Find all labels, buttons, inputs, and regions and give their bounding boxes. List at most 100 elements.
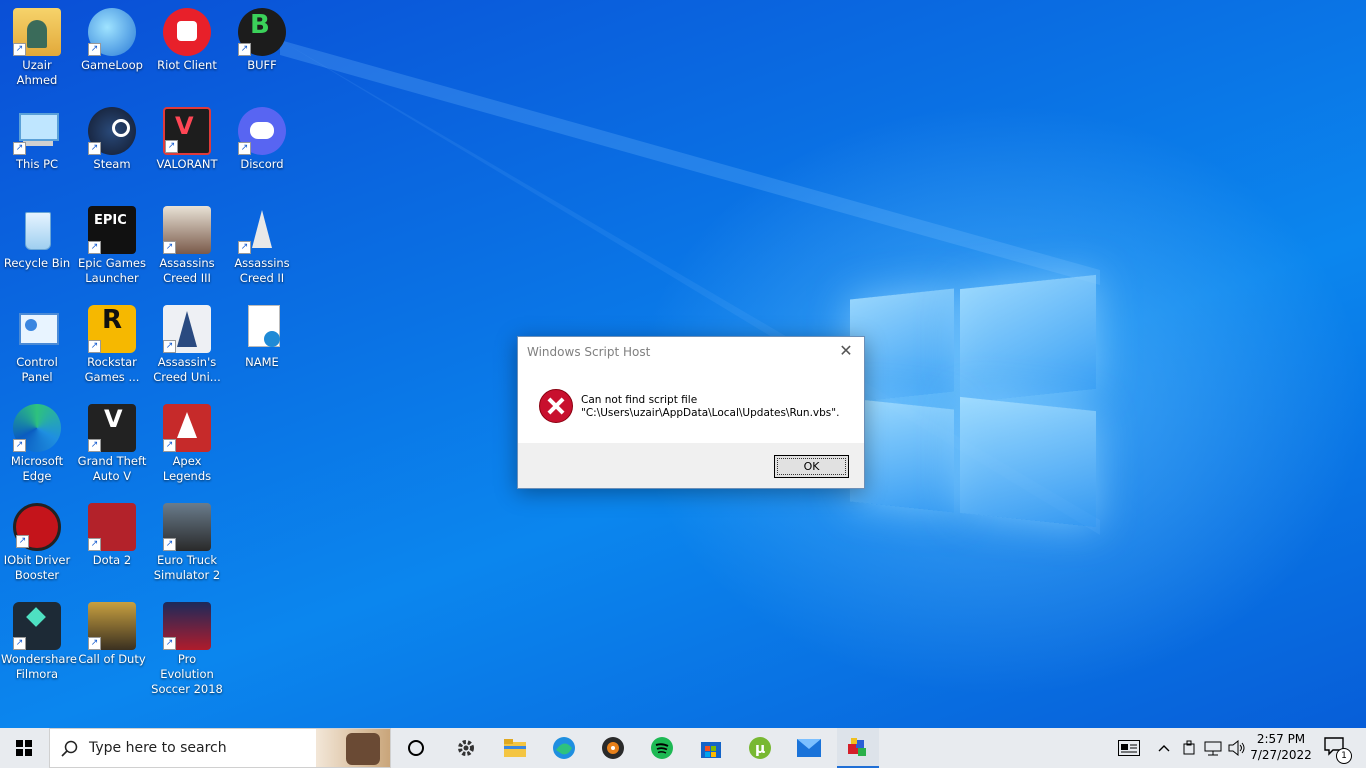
discord-icon: ↗ bbox=[238, 107, 286, 155]
desktop-icon-recycle-bin[interactable]: Recycle Bin bbox=[0, 206, 74, 271]
desktop-icon-iobit-driver-booster[interactable]: ↗ IObit Driver Booster bbox=[0, 503, 74, 583]
desktop-icon-rockstar[interactable]: R ↗ Rockstar Games ... bbox=[75, 305, 149, 385]
desktop-icon-call-of-duty[interactable]: ↗ Call of Duty bbox=[75, 602, 149, 667]
utorrent-icon: µ bbox=[749, 737, 771, 759]
search-icon bbox=[61, 740, 78, 757]
desktop-icon-name-file[interactable]: NAME bbox=[225, 305, 299, 370]
pes-2018-icon: ↗ bbox=[163, 602, 211, 650]
dialog-title: Windows Script Host bbox=[527, 345, 651, 359]
desktop-icon-label: NAME bbox=[245, 355, 279, 369]
network-icon bbox=[1204, 741, 1222, 756]
folder-icon bbox=[504, 739, 526, 757]
desktop-icon-apex-legends[interactable]: ↗ Apex Legends bbox=[150, 404, 224, 484]
cortana-circle-icon bbox=[408, 740, 424, 756]
assassins-creed-logo-icon: ↗ bbox=[238, 206, 286, 254]
taskbar-utorrent[interactable]: µ bbox=[739, 728, 781, 768]
spotify-icon bbox=[651, 737, 673, 759]
cortana-button[interactable] bbox=[395, 728, 437, 768]
desktop-icon-euro-truck-simulator-2[interactable]: ↗ Euro Truck Simulator 2 bbox=[150, 503, 224, 583]
svg-text:µ: µ bbox=[755, 741, 765, 757]
desktop-icon-riot-client[interactable]: Riot Client bbox=[150, 8, 224, 73]
desktop-icon-label: Microsoft Edge bbox=[10, 454, 64, 483]
desktop-icon-assassins-creed-2[interactable]: ↗ Assassins Creed II bbox=[225, 206, 299, 286]
taskbar-settings[interactable] bbox=[445, 728, 487, 768]
desktop-icon-label: Assassins Creed II bbox=[234, 256, 290, 285]
desktop-icon-gameloop[interactable]: ↗ GameLoop bbox=[75, 8, 149, 73]
taskbar-microsoft-store[interactable] bbox=[690, 728, 732, 768]
close-icon[interactable]: ✕ bbox=[836, 341, 856, 360]
tray-overflow-button[interactable] bbox=[1154, 728, 1174, 768]
assassins-creed-3-icon: ↗ bbox=[163, 206, 211, 254]
assassins-creed-unity-icon: ↗ bbox=[163, 305, 211, 353]
desktop-icon-label: GameLoop bbox=[81, 58, 143, 72]
driver-booster-icon: ↗ bbox=[13, 503, 61, 551]
taskbar-search-box[interactable]: Type here to search bbox=[49, 728, 391, 768]
desktop-icon-valorant[interactable]: V ↗ VALORANT bbox=[150, 107, 224, 172]
desktop-icon-label: Assassins Creed III bbox=[159, 256, 215, 285]
control-panel-icon bbox=[13, 305, 61, 353]
clock-time: 2:57 PM bbox=[1256, 732, 1306, 746]
desktop-icon-control-panel[interactable]: Control Panel bbox=[0, 305, 74, 385]
desktop-icon-assassins-creed-3[interactable]: ↗ Assassins Creed III bbox=[150, 206, 224, 286]
desktop-icon-label: Control Panel bbox=[16, 355, 58, 384]
chevron-up-icon bbox=[1158, 745, 1170, 752]
call-of-duty-icon: ↗ bbox=[88, 602, 136, 650]
desktop-icon-label: IObit Driver Booster bbox=[3, 553, 71, 582]
taskbar: Type here to search µ 2:57 PM 7/27/2022 … bbox=[0, 728, 1366, 768]
desktop: ↗ Uzair Ahmed ↗ GameLoop Riot Client B ↗ … bbox=[0, 0, 1366, 728]
desktop-icon-dota-2[interactable]: ↗ Dota 2 bbox=[75, 503, 149, 568]
desktop-icon-label: Apex Legends bbox=[162, 454, 212, 483]
tray-device-icon[interactable] bbox=[1178, 728, 1200, 768]
desktop-icon-uzair-ahmed[interactable]: ↗ Uzair Ahmed bbox=[0, 8, 74, 88]
desktop-icon-label: Grand Theft Auto V bbox=[77, 454, 147, 483]
usb-device-icon bbox=[1183, 740, 1195, 755]
desktop-icon-pes-2018[interactable]: ↗ Pro Evolution Soccer 2018 bbox=[150, 602, 224, 697]
tray-network-icon[interactable] bbox=[1202, 728, 1224, 768]
taskbar-mail[interactable] bbox=[788, 728, 830, 768]
windows-start-icon bbox=[16, 740, 32, 756]
taskbar-edge[interactable] bbox=[543, 728, 585, 768]
desktop-icon-assassins-creed-unity[interactable]: ↗ Assassin's Creed Uni... bbox=[150, 305, 224, 385]
dialog-footer: OK bbox=[518, 443, 864, 488]
desktop-icon-label: Uzair Ahmed bbox=[16, 58, 58, 87]
desktop-icon-gta-v[interactable]: V ↗ Grand Theft Auto V bbox=[75, 404, 149, 484]
desktop-icon-label: BUFF bbox=[247, 58, 277, 72]
search-placeholder: Type here to search bbox=[89, 740, 227, 756]
mail-envelope-icon bbox=[797, 739, 821, 757]
user-folder-icon: ↗ bbox=[13, 8, 61, 56]
desktop-icon-wondershare-filmora[interactable]: ↗ Wondershare Filmora bbox=[0, 602, 78, 682]
desktop-icon-steam[interactable]: ↗ Steam bbox=[75, 107, 149, 172]
desktop-icon-label: Riot Client bbox=[157, 58, 217, 72]
error-message-line1: Can not find script file bbox=[581, 394, 698, 406]
edge-icon bbox=[553, 737, 575, 759]
dota-2-icon: ↗ bbox=[88, 503, 136, 551]
news-interests-icon[interactable] bbox=[1112, 728, 1146, 768]
error-icon bbox=[539, 389, 573, 423]
media-disc-icon bbox=[602, 737, 624, 759]
taskbar-file-explorer[interactable] bbox=[494, 728, 536, 768]
taskbar-clock[interactable]: 2:57 PM 7/27/2022 bbox=[1250, 731, 1312, 763]
desktop-icon-label: Steam bbox=[93, 157, 131, 171]
desktop-icon-this-pc[interactable]: ↗ This PC bbox=[0, 107, 74, 172]
desktop-icon-discord[interactable]: ↗ Discord bbox=[225, 107, 299, 172]
desktop-icon-microsoft-edge[interactable]: ↗ Microsoft Edge bbox=[0, 404, 74, 484]
search-highlight-image bbox=[316, 729, 390, 767]
desktop-icon-label: Euro Truck Simulator 2 bbox=[153, 553, 221, 582]
steam-icon: ↗ bbox=[88, 107, 136, 155]
desktop-icon-label: Discord bbox=[240, 157, 284, 171]
action-center-button[interactable]: 1 bbox=[1316, 728, 1356, 768]
taskbar-spotify[interactable] bbox=[641, 728, 683, 768]
riot-fist-icon bbox=[163, 8, 211, 56]
desktop-icon-label: Wondershare Filmora bbox=[1, 652, 78, 681]
start-button[interactable] bbox=[0, 728, 48, 768]
desktop-icon-label: Epic Games Launcher bbox=[78, 256, 146, 285]
desktop-icon-buff[interactable]: B ↗ BUFF bbox=[225, 8, 299, 73]
taskbar-media-player[interactable] bbox=[592, 728, 634, 768]
desktop-icon-epic-games[interactable]: EPIC ↗ Epic Games Launcher bbox=[75, 206, 149, 286]
computer-icon: ↗ bbox=[13, 107, 61, 155]
ok-button[interactable]: OK bbox=[774, 455, 849, 478]
news-icon bbox=[1118, 740, 1140, 756]
desktop-icon-label: This PC bbox=[15, 157, 59, 171]
taskbar-script-host-app[interactable] bbox=[837, 728, 879, 768]
tray-volume-icon[interactable] bbox=[1226, 728, 1248, 768]
